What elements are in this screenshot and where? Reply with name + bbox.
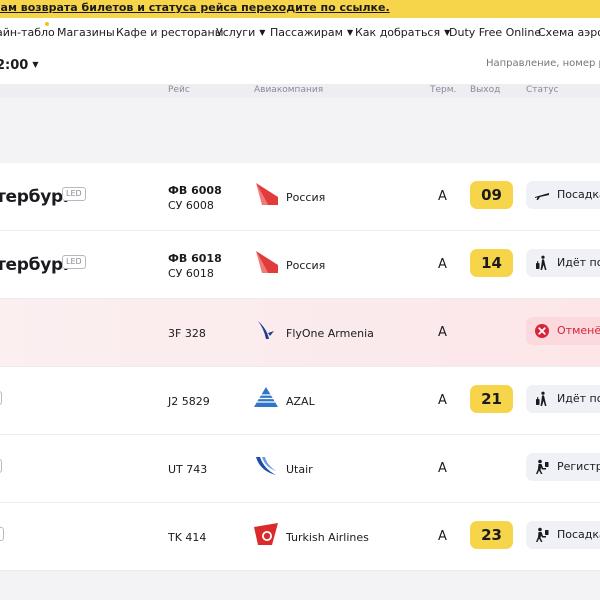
airline-name: Россия — [286, 191, 326, 204]
flight-number: ФВ 6008 — [168, 184, 222, 197]
plane-icon — [535, 193, 549, 200]
table-header: Рейс Авиакомпания Терм. Выход Статус — [0, 84, 600, 98]
column-flight: Рейс — [168, 85, 190, 95]
airline-name: FlyOne Armenia — [286, 327, 374, 340]
chevron-down-icon: ▼ — [259, 28, 266, 37]
filter-bar: 2:00 ▼ — [0, 48, 600, 84]
gate-badge: 14 — [470, 249, 513, 277]
destination-city: тербург — [0, 255, 72, 275]
table-row[interactable]: N 3F 328 FlyOne Armenia A Отменён — [0, 299, 600, 367]
flight-number: TK 414 — [168, 531, 207, 544]
column-status: Статус — [526, 85, 559, 95]
gate-badge: 23 — [470, 521, 513, 549]
chevron-down-icon: ▼ — [346, 28, 354, 37]
checkin-icon — [536, 459, 549, 474]
flight-number: 3F 328 — [168, 327, 206, 340]
time-select[interactable]: 2:00 ▼ — [0, 58, 39, 73]
gate-badge: 09 — [470, 181, 513, 209]
terminal: A — [438, 325, 447, 340]
airline-name: AZAL — [286, 395, 315, 408]
search-input[interactable] — [486, 58, 600, 69]
nav-item-services[interactable]: Услуги ▼ — [216, 26, 265, 39]
cancel-icon — [535, 324, 549, 338]
column-airline: Авиакомпания — [254, 85, 324, 95]
status-badge: Регистрация — [526, 453, 600, 481]
status-badge: Идёт посадка — [526, 385, 600, 413]
table-row[interactable]: тербург LED ФВ 6008 СУ 6008 Россия A 09 … — [0, 163, 600, 231]
airport-code: NJ — [0, 459, 3, 473]
chevron-down-icon: ▼ — [32, 60, 39, 69]
utair-logo-icon — [256, 457, 276, 475]
airline-name: Россия — [286, 259, 326, 272]
nav-item-cafes[interactable]: Кафе и рестораны — [116, 26, 223, 39]
airport-code: LED — [62, 187, 86, 201]
terminal: A — [438, 189, 447, 204]
flyone-logo-icon — [258, 321, 274, 339]
walking-luggage-icon — [536, 391, 547, 406]
codeshare-number: СУ 6018 — [168, 267, 214, 280]
table-row[interactable]: ST TK 414 Turkish Airlines A 23 Посадка — [0, 503, 600, 571]
nav-item-directions[interactable]: Как добраться ▼ — [355, 26, 450, 39]
terminal: A — [438, 461, 447, 476]
info-banner[interactable]: сам возврата билетов и статуса рейса пер… — [0, 0, 600, 18]
walking-luggage-icon — [536, 255, 547, 270]
status-badge: Идёт посадка — [526, 249, 600, 277]
terminal: A — [438, 529, 447, 544]
flight-number: UT 743 — [168, 463, 208, 476]
nav-item-airport-map[interactable]: Схема аэроп — [538, 26, 600, 39]
flight-number: J2 5829 — [168, 395, 210, 408]
terminal: A — [438, 257, 447, 272]
airline-name: Utair — [286, 463, 313, 476]
banner-link[interactable]: сам возврата билетов и статуса рейса пер… — [0, 1, 390, 14]
destination-city: тербург — [0, 187, 72, 207]
nav-item-shops[interactable]: Магазины — [57, 26, 115, 39]
rossiya-logo-icon — [256, 183, 278, 205]
rossiya-logo-icon — [256, 251, 278, 273]
nav-item-online-board[interactable]: айн-табло — [0, 26, 55, 39]
status-badge: Посадка — [526, 181, 600, 209]
table-row[interactable]: NJ J2 5829 AZAL A 21 Идёт посадка — [0, 367, 600, 435]
codeshare-number: СУ 6008 — [168, 199, 214, 212]
airline-name: Turkish Airlines — [286, 531, 369, 544]
checkin-icon — [536, 527, 549, 542]
status-badge: Отменён — [526, 317, 600, 345]
airport-code: ST — [0, 527, 4, 541]
main-nav: айн-табло Магазины Кафе и рестораны Услу… — [0, 18, 600, 48]
gate-badge: 21 — [470, 385, 513, 413]
flight-number: ФВ 6018 — [168, 252, 222, 265]
airport-code: LED — [62, 255, 86, 269]
status-badge: Посадка — [526, 521, 600, 549]
column-terminal: Терм. — [430, 85, 457, 95]
table-row[interactable]: NJ UT 743 Utair A Регистрация — [0, 435, 600, 503]
turkish-logo-icon — [254, 523, 278, 545]
nav-item-passengers[interactable]: Пассажирам ▼ — [270, 26, 353, 39]
terminal: A — [438, 393, 447, 408]
airport-code: NJ — [0, 391, 3, 405]
nav-item-duty-free[interactable]: Duty Free Online — [449, 26, 541, 39]
column-gate: Выход — [470, 85, 501, 95]
table-row[interactable]: тербург LED ФВ 6018 СУ 6018 Россия A 14 … — [0, 231, 600, 299]
azal-logo-icon — [254, 387, 278, 407]
